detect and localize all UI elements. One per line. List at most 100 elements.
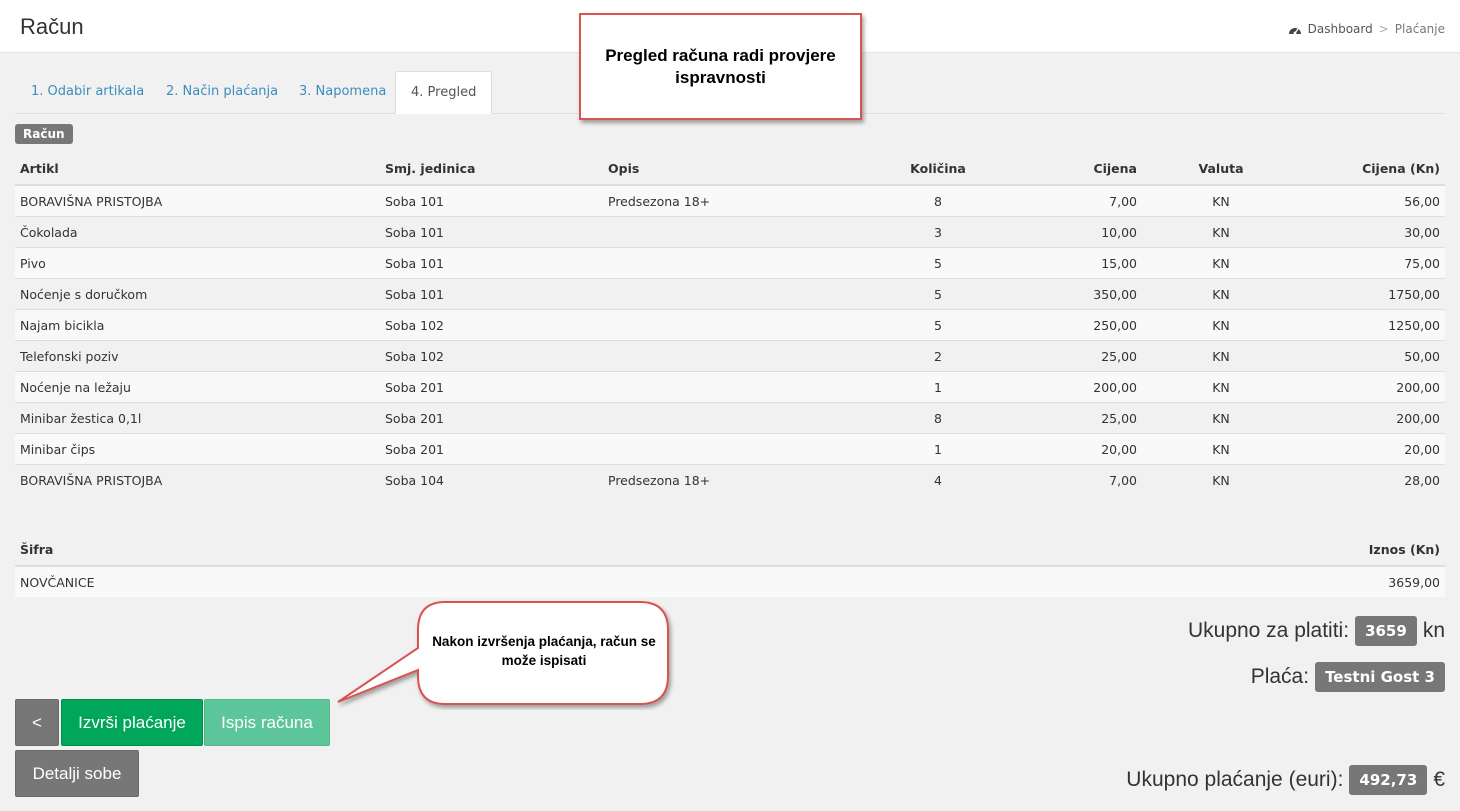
- cell-price-kn: 20,00: [1300, 433, 1445, 465]
- cell-description: [603, 278, 868, 310]
- cell-description: Predsezona 18+: [603, 184, 868, 217]
- breadcrumb: Dashboard > Plaćanje: [1288, 22, 1445, 36]
- cell-price-kn: 200,00: [1300, 371, 1445, 403]
- table-row: Minibar žestica 0,1l Soba 201 8 25,00 KN…: [15, 402, 1445, 434]
- table-row: Telefonski poziv Soba 102 2 25,00 KN 50,…: [15, 340, 1445, 372]
- cell-quantity: 1: [868, 433, 1008, 465]
- cell-price: 350,00: [1008, 278, 1142, 310]
- column-header-quantity: Količina: [868, 152, 1008, 186]
- column-header-price-kn: Cijena (Kn): [1300, 152, 1445, 186]
- cell-quantity: 3: [868, 216, 1008, 248]
- cell-unit: Soba 104: [380, 464, 603, 495]
- review-callout: Pregled računa radi provjere ispravnosti: [579, 13, 862, 120]
- table-row: Čokolada Soba 101 3 10,00 KN 30,00: [15, 216, 1445, 248]
- cell-currency: KN: [1142, 402, 1300, 434]
- column-header-description: Opis: [603, 152, 868, 186]
- cell-quantity: 5: [868, 278, 1008, 310]
- column-header-code: Šifra: [15, 533, 745, 567]
- cell-quantity: 8: [868, 402, 1008, 434]
- cell-item: Najam bicikla: [15, 309, 380, 341]
- cell-description: [603, 402, 868, 434]
- total-eur: Ukupno plaćanje (euri): 492,73 €: [1126, 765, 1445, 795]
- table-row: Noćenje na ležaju Soba 201 1 200,00 KN 2…: [15, 371, 1445, 403]
- cell-currency: KN: [1142, 184, 1300, 217]
- breadcrumb-home-link[interactable]: Dashboard: [1308, 22, 1373, 36]
- column-header-item: Artikl: [15, 152, 380, 186]
- column-header-amount: Iznos (Kn): [744, 533, 1445, 567]
- cell-price-kn: 56,00: [1300, 184, 1445, 217]
- cell-item: Noćenje s doručkom: [15, 278, 380, 310]
- cell-item: Čokolada: [15, 216, 380, 248]
- cell-quantity: 1: [868, 371, 1008, 403]
- cell-item: Noćenje na ležaju: [15, 371, 380, 403]
- cell-unit: Soba 101: [380, 216, 603, 248]
- column-header-unit: Smj. jedinica: [380, 152, 603, 186]
- table-row: BORAVIŠNA PRISTOJBA Soba 101 Predsezona …: [15, 184, 1445, 217]
- cell-description: [603, 309, 868, 341]
- cell-price: 25,00: [1008, 340, 1142, 372]
- execute-payment-button[interactable]: Izvrši plaćanje: [61, 699, 203, 746]
- cell-currency: KN: [1142, 309, 1300, 341]
- cell-item: Minibar čips: [15, 433, 380, 465]
- cell-currency: KN: [1142, 216, 1300, 248]
- table-header-row: Artikl Smj. jedinica Opis Količina Cijen…: [15, 152, 1445, 186]
- tab-note[interactable]: 3. Napomena: [283, 71, 402, 112]
- payment-table: Šifra Iznos (Kn) NOVČANICE 3659,00: [15, 533, 1445, 597]
- column-header-currency: Valuta: [1142, 152, 1300, 186]
- table-row: Noćenje s doručkom Soba 101 5 350,00 KN …: [15, 278, 1445, 310]
- cell-price-kn: 1750,00: [1300, 278, 1445, 310]
- total-to-pay-badge: 3659: [1355, 616, 1417, 646]
- cell-unit: Soba 101: [380, 184, 603, 217]
- total-to-pay-unit: kn: [1422, 619, 1445, 642]
- invoice-label: Račun: [15, 124, 73, 144]
- breadcrumb-separator: >: [1378, 22, 1389, 36]
- print-callout: Nakon izvršenja plaćanja, račun se može …: [432, 634, 656, 668]
- cell-currency: KN: [1142, 278, 1300, 310]
- cell-description: Predsezona 18+: [603, 464, 868, 495]
- dashboard-icon: [1288, 24, 1302, 35]
- total-eur-badge: 492,73: [1349, 765, 1428, 795]
- cell-unit: Soba 101: [380, 278, 603, 310]
- cell-unit: Soba 201: [380, 402, 603, 434]
- cell-code: NOVČANICE: [15, 565, 745, 597]
- cell-price-kn: 28,00: [1300, 464, 1445, 495]
- cell-item: BORAVIŠNA PRISTOJBA: [15, 184, 380, 217]
- cell-item: Telefonski poziv: [15, 340, 380, 372]
- cell-price-kn: 50,00: [1300, 340, 1445, 372]
- cell-description: [603, 371, 868, 403]
- cell-price-kn: 75,00: [1300, 247, 1445, 279]
- cell-unit: Soba 102: [380, 340, 603, 372]
- total-eur-unit: €: [1433, 768, 1445, 791]
- cell-description: [603, 433, 868, 465]
- table-header-row: Šifra Iznos (Kn): [15, 533, 1445, 567]
- cell-currency: KN: [1142, 340, 1300, 372]
- cell-price-kn: 1250,00: [1300, 309, 1445, 341]
- cell-price: 20,00: [1008, 433, 1142, 465]
- cell-description: [603, 340, 868, 372]
- cell-quantity: 4: [868, 464, 1008, 495]
- cell-currency: KN: [1142, 371, 1300, 403]
- cell-item: BORAVIŠNA PRISTOJBA: [15, 464, 380, 495]
- cell-currency: KN: [1142, 247, 1300, 279]
- table-row: NOVČANICE 3659,00: [15, 565, 1445, 597]
- tab-select-items[interactable]: 1. Odabir artikala: [15, 71, 160, 112]
- cell-price: 25,00: [1008, 402, 1142, 434]
- cell-item: Minibar žestica 0,1l: [15, 402, 380, 434]
- print-invoice-button[interactable]: Ispis računa: [204, 699, 330, 746]
- payer-label: Plaća:: [1250, 665, 1310, 688]
- cell-quantity: 8: [868, 184, 1008, 217]
- cell-price: 15,00: [1008, 247, 1142, 279]
- table-row: BORAVIŠNA PRISTOJBA Soba 104 Predsezona …: [15, 464, 1445, 495]
- cell-price: 10,00: [1008, 216, 1142, 248]
- back-button[interactable]: <: [15, 699, 59, 746]
- cell-quantity: 5: [868, 247, 1008, 279]
- cell-unit: Soba 101: [380, 247, 603, 279]
- tab-review[interactable]: 4. Pregled: [395, 71, 493, 114]
- tab-payment-method[interactable]: 2. Način plaćanja: [150, 71, 294, 112]
- cell-unit: Soba 201: [380, 433, 603, 465]
- cell-quantity: 5: [868, 309, 1008, 341]
- cell-currency: KN: [1142, 464, 1300, 495]
- page-title: Račun: [20, 14, 84, 39]
- cell-currency: KN: [1142, 433, 1300, 465]
- room-details-button[interactable]: Detalji sobe: [15, 750, 139, 797]
